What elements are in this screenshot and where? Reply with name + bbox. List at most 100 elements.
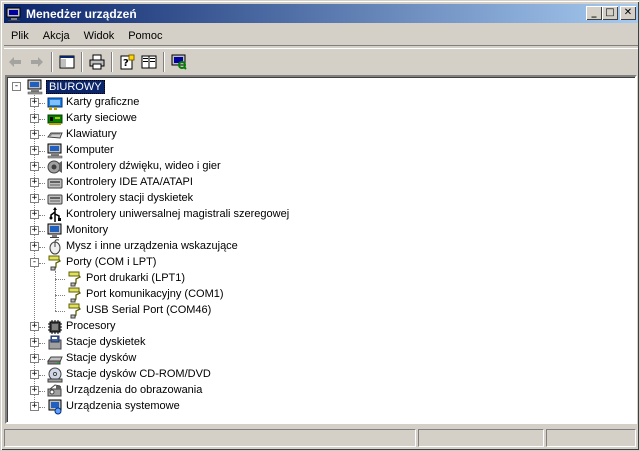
computer-icon	[47, 143, 63, 159]
tree-connector	[39, 263, 45, 264]
forward-button[interactable]	[26, 51, 48, 73]
tree-connector	[39, 343, 45, 344]
maximize-button[interactable]: □	[602, 6, 618, 20]
tree-item-category[interactable]: Urządzenia systemowe	[66, 400, 180, 412]
tree-item-category[interactable]: Procesory	[66, 320, 116, 332]
disk-drive-icon	[47, 356, 63, 365]
status-bar	[4, 429, 638, 448]
floppy-drive-icon	[48, 335, 62, 350]
window-title: Menedżer urządzeń	[26, 6, 137, 21]
expander-toggle[interactable]: +	[30, 162, 39, 171]
port-icon	[68, 303, 81, 319]
tree-item-category[interactable]: Stacje dysków	[66, 352, 136, 364]
expander-toggle[interactable]: +	[30, 338, 39, 347]
menu-bar: Plik Akcja Widok Pomoc	[4, 26, 638, 46]
tree-connector	[55, 279, 65, 280]
tree-connector	[39, 375, 45, 376]
menu-akcja[interactable]: Akcja	[36, 30, 77, 42]
menu-plik[interactable]: Plik	[4, 30, 36, 42]
close-button[interactable]: ✕	[620, 6, 636, 20]
expander-toggle[interactable]: +	[30, 242, 39, 251]
tree-item-device[interactable]: Port drukarki (LPT1)	[86, 272, 185, 284]
menu-pomoc[interactable]: Pomoc	[121, 30, 169, 42]
tree-item-category[interactable]: Klawiatury	[66, 128, 117, 140]
expander-toggle[interactable]: -	[30, 258, 39, 267]
tree-item-category[interactable]: Stacje dyskietek	[66, 336, 145, 348]
tree-root-computer[interactable]: BIUROWY	[46, 80, 105, 94]
tree-connector	[39, 231, 45, 232]
toolbar-separator	[111, 51, 113, 72]
minimize-button[interactable]: _	[586, 6, 602, 20]
usb-icon	[49, 207, 61, 222]
tree-connector	[39, 119, 45, 120]
expander-toggle[interactable]: +	[30, 130, 39, 139]
tree-item-category[interactable]: Stacje dysków CD-ROM/DVD	[66, 368, 211, 380]
forward-arrow-icon	[31, 56, 43, 67]
tree-item-category[interactable]: Porty (COM i LPT)	[66, 256, 156, 268]
expander-toggle[interactable]: +	[30, 370, 39, 379]
system-devices-icon	[48, 399, 62, 415]
properties-button[interactable]: ?	[116, 51, 138, 73]
show-hide-tree-button[interactable]	[56, 51, 78, 73]
status-panel-2	[418, 429, 544, 447]
root-collapse-toggle[interactable]: -	[12, 82, 21, 91]
scan-hardware-icon	[171, 54, 187, 70]
tree-item-category[interactable]: Kontrolery dźwięku, wideo i gier	[66, 160, 221, 172]
expander-toggle[interactable]: +	[30, 322, 39, 331]
menu-widok[interactable]: Widok	[77, 30, 122, 42]
tree-connector	[39, 151, 45, 152]
help-button[interactable]	[138, 51, 160, 73]
tree-item-category[interactable]: Komputer	[66, 144, 114, 156]
tree-item-category[interactable]: Kontrolery stacji dyskietek	[66, 192, 193, 204]
expander-toggle[interactable]: +	[30, 98, 39, 107]
tree-item-category[interactable]: Karty sieciowe	[66, 112, 137, 124]
show-hide-tree-icon	[59, 55, 75, 68]
scan-hardware-button[interactable]	[168, 51, 190, 73]
title-bar[interactable]: Menedżer urządzeń _ □ ✕	[4, 4, 638, 23]
back-arrow-icon	[9, 56, 21, 67]
network-adapter-icon	[47, 114, 63, 125]
toolbar-separator	[51, 51, 53, 72]
print-button[interactable]	[86, 51, 108, 73]
tree-connector	[55, 311, 65, 312]
tree-item-device[interactable]: Port komunikacyjny (COM1)	[86, 288, 224, 300]
expander-toggle[interactable]: +	[30, 226, 39, 235]
tree-connector	[39, 199, 45, 200]
tree-connector	[39, 183, 45, 184]
tree-item-category[interactable]: Urządzenia do obrazowania	[66, 384, 202, 396]
back-button[interactable]	[4, 51, 26, 73]
expander-toggle[interactable]: +	[30, 114, 39, 123]
tree-connector	[39, 103, 45, 104]
cdrom-icon	[47, 367, 63, 383]
processor-icon	[48, 320, 62, 334]
floppy-controller-icon	[47, 194, 63, 205]
svg-text:?: ?	[123, 58, 129, 69]
help-icon	[141, 55, 157, 68]
expander-toggle[interactable]: +	[30, 146, 39, 155]
device-manager-icon	[6, 7, 21, 21]
expander-toggle[interactable]: +	[30, 354, 39, 363]
sound-icon	[47, 160, 62, 174]
tree-item-category[interactable]: Mysz i inne urządzenia wskazujące	[66, 240, 238, 252]
tree-item-category[interactable]: Kontrolery uniwersalnej magistrali szere…	[66, 208, 289, 220]
expander-toggle[interactable]: +	[30, 210, 39, 219]
expander-toggle[interactable]: +	[30, 194, 39, 203]
tree-item-category[interactable]: Karty graficzne	[66, 96, 139, 108]
properties-icon: ?	[120, 54, 135, 69]
device-tree[interactable]: - BIUROWY + Karty graficzne + Karty sieciowe +…	[5, 75, 637, 424]
imaging-device-icon	[47, 384, 62, 397]
tree-item-category[interactable]: Kontrolery IDE ATA/ATAPI	[66, 176, 193, 188]
expander-toggle[interactable]: +	[30, 178, 39, 187]
status-panel-3	[546, 429, 636, 447]
port-icon	[48, 255, 61, 271]
monitor-icon	[47, 223, 62, 238]
tree-connector	[39, 135, 45, 136]
tree-item-device[interactable]: USB Serial Port (COM46)	[86, 304, 211, 316]
computer-icon	[27, 79, 43, 95]
toolbar: ?	[4, 48, 638, 74]
tree-item-category[interactable]: Monitory	[66, 224, 108, 236]
status-panel-main	[4, 429, 416, 447]
expander-toggle[interactable]: +	[30, 386, 39, 395]
tree-connector	[39, 359, 45, 360]
expander-toggle[interactable]: +	[30, 402, 39, 411]
